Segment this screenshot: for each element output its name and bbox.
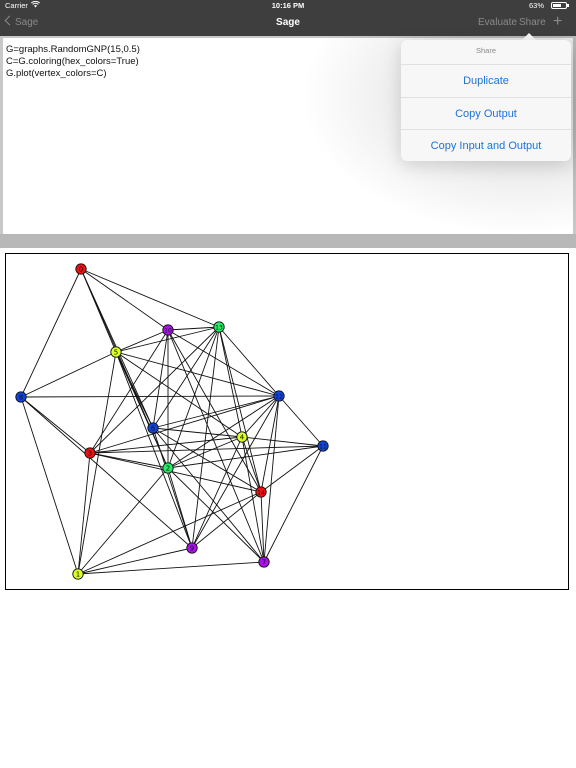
- battery-percent: 63%: [528, 1, 544, 10]
- graph-edge: [77, 351, 117, 575]
- menu-item-copy-input-and-output[interactable]: Copy Input and Output: [401, 129, 571, 162]
- battery-fill: [553, 4, 561, 7]
- graph-edge: [20, 268, 82, 398]
- graph-edge: [152, 395, 280, 429]
- graph-vertex-label: 5: [114, 348, 118, 356]
- graph-vertex-label: 0: [79, 265, 83, 273]
- graph-edge: [20, 351, 117, 398]
- share-menu-header: Share: [475, 46, 496, 55]
- graph-vertex-label: 12: [275, 393, 283, 400]
- graph-edge: [89, 395, 280, 454]
- code-line: G=graphs.RandomGNP(15,0.5): [6, 44, 140, 55]
- editor-divider: [0, 234, 576, 248]
- graph-edge: [20, 395, 280, 398]
- graph-vertex-label: 13: [215, 324, 223, 331]
- menu-item-duplicate[interactable]: Duplicate: [401, 64, 571, 97]
- graph-vertex-label: 8: [19, 393, 23, 401]
- graph-edge: [167, 329, 280, 397]
- graph-edge: [218, 326, 243, 438]
- graph-edge: [278, 395, 324, 447]
- graph-edge: [260, 445, 324, 493]
- graph-edge: [241, 436, 324, 447]
- graph-vertex-label: 4: [240, 433, 245, 441]
- graph-vertex-label: 14: [257, 489, 265, 496]
- clock: 10:16 PM: [271, 1, 305, 10]
- code-line: G.plot(vertex_colors=C): [6, 68, 107, 79]
- graph-vertex-label: 10: [164, 327, 172, 334]
- output-plot: 0 1 2 3 4 5 6 7 8 9 10 11 12 13 14: [5, 253, 569, 590]
- graph-edge: [77, 491, 262, 575]
- graph-vertex-label: 1: [76, 570, 80, 578]
- graph-vertex-label: 3: [88, 449, 92, 457]
- graph-edge: [167, 395, 280, 469]
- graph-vertex-label: 6: [151, 424, 156, 432]
- graph-edge: [77, 467, 169, 575]
- graph-plot: 01234567891011121314: [15, 263, 329, 580]
- code-line: C=G.coloring(hex_colors=True): [6, 56, 139, 67]
- evaluate-button[interactable]: Evaluate: [478, 17, 517, 28]
- menu-item-copy-output[interactable]: Copy Output: [401, 97, 571, 130]
- graph-edge: [20, 396, 91, 454]
- share-button[interactable]: Share: [519, 17, 546, 28]
- share-menu: Share Duplicate Copy Output Copy Input a…: [401, 40, 571, 161]
- navigation-bar: Sage Sage Evaluate Share +: [0, 12, 576, 36]
- graph-edge: [20, 396, 79, 575]
- graph-edge: [191, 436, 243, 549]
- graph-vertex-label: 7: [262, 558, 266, 566]
- popover-arrow: [522, 33, 536, 40]
- graph-edge: [191, 491, 262, 549]
- battery-icon: [551, 2, 569, 9]
- status-bar: Carrier 10:16 PM 63%: [0, 0, 576, 12]
- graph-vertex-label: 9: [190, 544, 194, 552]
- add-button[interactable]: +: [553, 13, 562, 31]
- graph-vertex-label: 2: [166, 464, 170, 472]
- graph-edge: [260, 395, 280, 493]
- graph-vertex-label: 11: [319, 443, 327, 450]
